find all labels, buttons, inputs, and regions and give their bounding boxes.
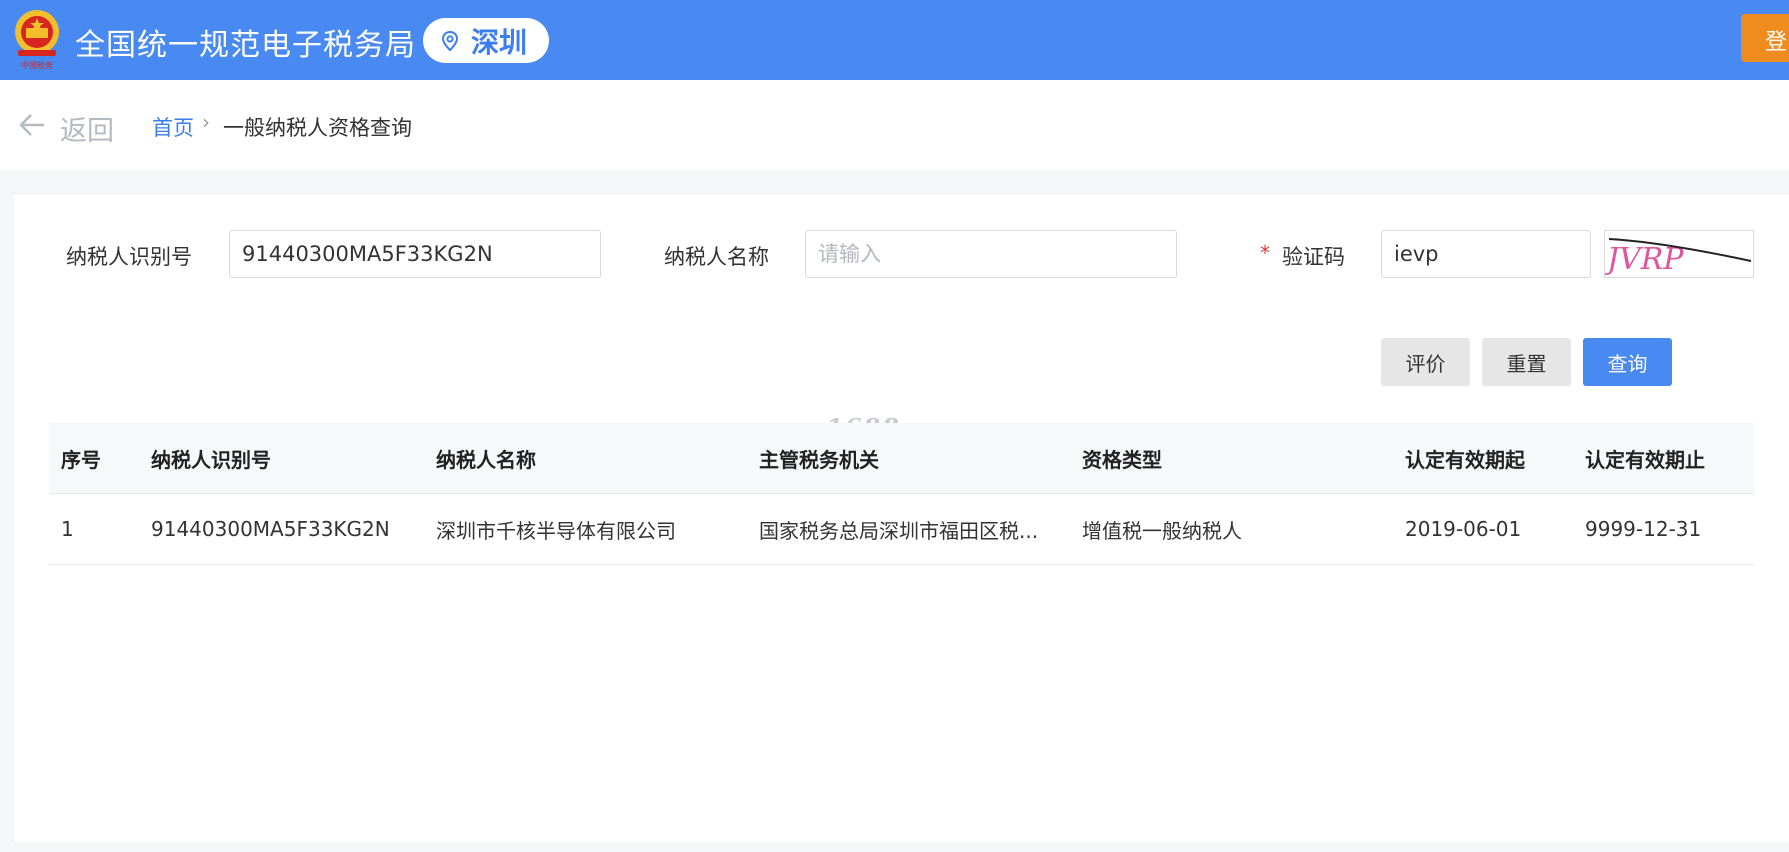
taxpayer-id-input[interactable]	[229, 230, 601, 278]
required-mark: *	[1260, 241, 1270, 265]
login-button[interactable]: 登	[1741, 14, 1789, 62]
city-selector[interactable]: 深圳	[423, 18, 549, 63]
captcha-image-text: JVRP	[1605, 242, 1684, 277]
captcha-image[interactable]: JVRP	[1601, 230, 1754, 278]
table-cell-valid-from: 2019-06-01	[1405, 517, 1522, 541]
column-header: 序号	[61, 447, 101, 472]
captcha-input[interactable]	[1381, 230, 1591, 278]
reset-button[interactable]: 重置	[1482, 338, 1571, 386]
column-header: 资格类型	[1082, 447, 1162, 472]
table-cell-tax-authority: 国家税务总局深圳市福田区税...	[759, 494, 1049, 564]
table-row[interactable]: 1 91440300MA5F33KG2N 深圳市千核半导体有限公司 国家税务总局…	[49, 494, 1754, 565]
national-emblem-icon: 中国税务	[15, 10, 59, 70]
city-name: 深圳	[471, 25, 528, 59]
taxpayer-name-label: 纳税人名称	[664, 245, 769, 269]
column-header: 纳税人识别号	[151, 447, 271, 472]
top-header: 中国税务 全国统一规范电子税务局 深圳 登	[0, 0, 1789, 80]
breadcrumb-separator: ›	[202, 110, 210, 134]
back-button[interactable]: 返回	[60, 109, 114, 148]
column-header: 主管税务机关	[759, 447, 879, 472]
query-button[interactable]: 查询	[1583, 338, 1672, 386]
table-cell-taxpayer-id: 91440300MA5F33KG2N	[151, 517, 390, 541]
breadcrumb-home-link[interactable]: 首页	[152, 112, 194, 142]
arrow-left-icon[interactable]	[18, 112, 46, 138]
table-cell-taxpayer-name: 深圳市千核半导体有限公司	[436, 518, 676, 543]
taxpayer-id-label: 纳税人识别号	[66, 245, 192, 269]
column-header: 认定有效期起	[1405, 447, 1525, 472]
column-header: 纳税人名称	[436, 447, 536, 472]
breadcrumb-current: 一般纳税人资格查询	[223, 116, 412, 140]
table-header: 序号 纳税人识别号 纳税人名称 主管税务机关 资格类型 认定有效期起 认定有效期…	[49, 423, 1754, 494]
site-title: 全国统一规范电子税务局	[75, 28, 416, 63]
table-cell-valid-to: 9999-12-31	[1585, 517, 1702, 541]
evaluate-button[interactable]: 评价	[1381, 338, 1470, 386]
captcha-label: 验证码	[1282, 245, 1345, 269]
table-cell-qualification-type: 增值税一般纳税人	[1082, 518, 1242, 543]
column-header: 认定有效期止	[1585, 447, 1705, 472]
svg-text:中国税务: 中国税务	[21, 60, 53, 70]
location-pin-icon	[441, 30, 459, 51]
table-cell-index: 1	[61, 517, 74, 541]
taxpayer-name-input[interactable]	[805, 230, 1177, 278]
tax-authority-text: 国家税务总局深圳市福田区税...	[759, 518, 1039, 543]
breadcrumb-bar: 返回 首页 › 一般纳税人资格查询	[0, 80, 1789, 170]
